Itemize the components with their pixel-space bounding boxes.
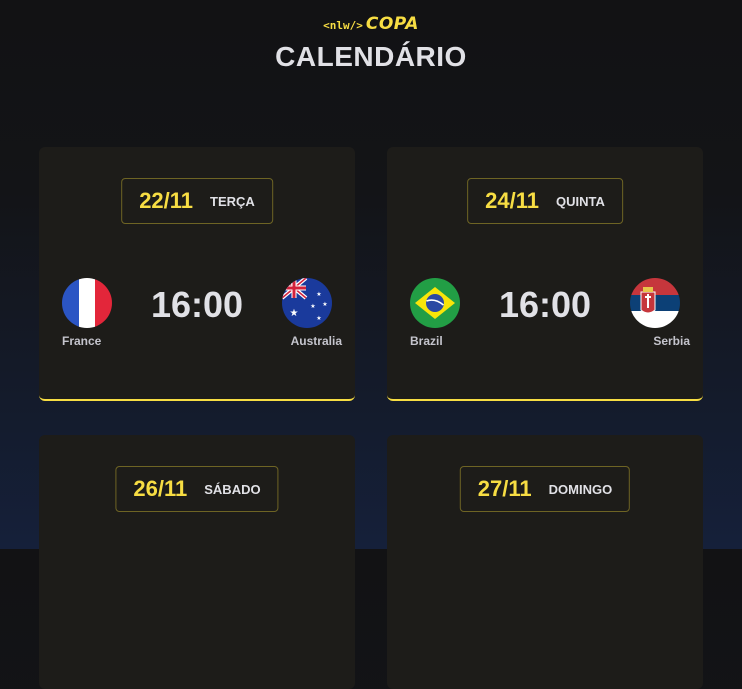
away-team: Serbia [620,278,690,348]
date-badge: 24/11 QUINTA [467,178,623,224]
match-card: 27/11 DOMINGO [387,435,703,689]
match-weekday: TERÇA [210,193,255,209]
away-team-name: Serbia [653,334,690,348]
away-team: ★ ★ ★ ★ ★ Australia [272,278,342,348]
svg-text:★: ★ [316,315,321,322]
match-date: 27/11 [477,476,532,501]
match-card: 26/11 SÁBADO [39,435,355,689]
home-team-name: Brazil [410,334,443,348]
svg-text:★: ★ [316,291,321,298]
date-badge: 26/11 SÁBADO [115,466,279,512]
logo-word-text: COPA [365,14,419,34]
match-date: 26/11 [133,476,188,501]
svg-text:★: ★ [310,303,315,310]
page-header: <nlw/> COPA CALENDÁRIO [0,0,742,73]
match-weekday: QUINTA [555,193,605,209]
away-team-name: Australia [290,334,342,348]
page-title: CALENDÁRIO [275,41,467,72]
match-weekday: DOMINGO [548,481,613,497]
svg-text:★: ★ [290,308,299,319]
serbia-flag-icon [630,278,680,328]
match-date: 24/11 [485,188,539,213]
date-badge: 27/11 DOMINGO [459,466,631,512]
match-weekday: SÁBADO [204,481,261,497]
copa-logo: <nlw/> COPA [323,14,419,34]
logo-code-text: <nlw/> [323,19,363,32]
match-card: 22/11 TERÇA France 16:00 ★ ★ ★ ★ ★ Austr… [39,147,355,401]
australia-flag-icon: ★ ★ ★ ★ ★ [282,278,332,328]
match-card: 24/11 QUINTA Brazil 16:00 Serbia [387,147,703,401]
svg-text:★: ★ [322,301,327,308]
home-team-name: France [62,334,102,348]
date-badge: 22/11 TERÇA [121,178,273,224]
match-date: 22/11 [139,188,194,213]
